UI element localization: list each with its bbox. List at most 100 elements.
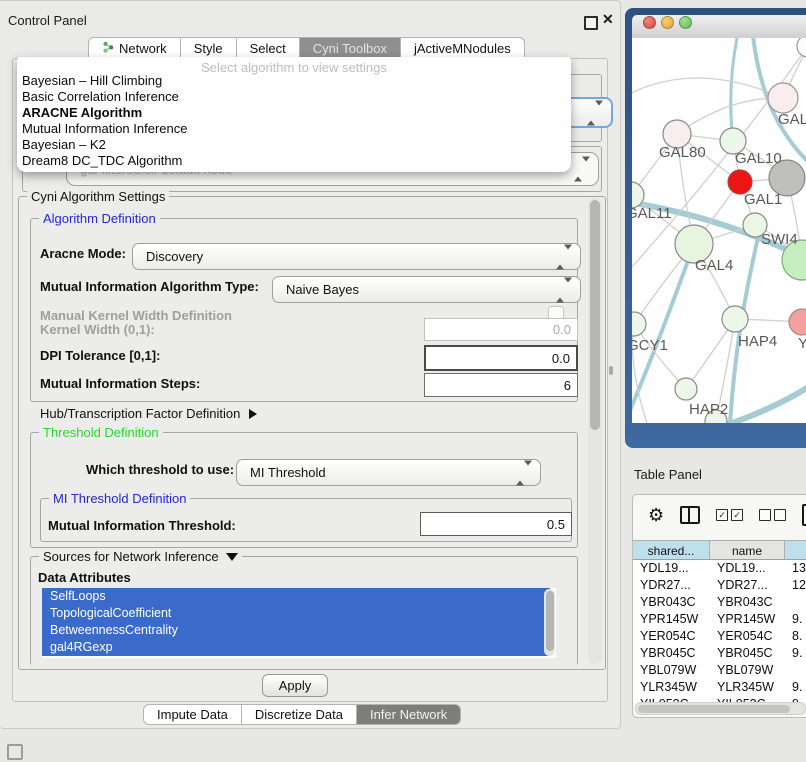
- network-node-label: GAL: [778, 111, 806, 128]
- mi-type-combo[interactable]: Naive Bayes: [272, 276, 581, 303]
- data-attribute-item[interactable]: TopologicalCoefficient: [42, 605, 550, 622]
- network-node[interactable]: [675, 378, 697, 400]
- export-table-icon[interactable]: [802, 504, 806, 526]
- table-row[interactable]: YDL19...YDL19...13: [633, 560, 806, 577]
- data-attributes-list[interactable]: SelfLoopsTopologicalCoefficientBetweenne…: [42, 588, 556, 658]
- table-cell: [785, 662, 806, 679]
- algorithm-option[interactable]: Mutual Information Inference: [17, 121, 571, 137]
- table-hscrollbar-thumb[interactable]: [638, 705, 790, 713]
- mi-steps-label: Mutual Information Steps:: [40, 376, 200, 391]
- attributes-scrollbar-thumb[interactable]: [546, 591, 554, 651]
- table-cell: YLR345W: [710, 679, 785, 696]
- network-canvas[interactable]: GALGAL80GAL10GAL1GAL11SWI4GAL4GCY1HAP4YH…: [632, 38, 806, 423]
- table-toolbar: ⚙ ✓✓: [648, 504, 806, 526]
- algorithm-option[interactable]: Bayesian – Hill Climbing: [17, 73, 571, 89]
- mi-type-value: Naive Bayes: [286, 282, 359, 297]
- minimize-traffic-light-icon[interactable]: [661, 16, 674, 29]
- select-all-columns-icon[interactable]: ✓✓: [716, 509, 743, 521]
- table-cell: YPR145W: [633, 611, 710, 628]
- tab-discretize-data[interactable]: Discretize Data: [242, 704, 357, 725]
- combo-stepper-icon: [574, 162, 590, 177]
- hub-definition-toggle[interactable]: Hub/Transcription Factor Definition: [40, 406, 257, 421]
- table-column-header[interactable]: shared...: [633, 540, 710, 560]
- close-traffic-light-icon[interactable]: [643, 16, 656, 29]
- table-row[interactable]: YLR345WYLR345W9.: [633, 679, 806, 696]
- network-edge[interactable]: [731, 38, 739, 141]
- table-cell: YDL19...: [710, 560, 785, 577]
- network-node-label: Y: [798, 335, 806, 352]
- table-cell: YDR27...: [710, 577, 785, 594]
- network-node[interactable]: [768, 83, 798, 113]
- which-threshold-value: MI Threshold: [250, 465, 326, 480]
- aracne-mode-label: Aracne Mode:: [40, 246, 126, 261]
- table-cell: YDL19...: [633, 560, 710, 577]
- table-cell: YBL079W: [710, 662, 785, 679]
- table-cell: 8.: [785, 628, 806, 645]
- deselect-all-columns-icon[interactable]: [759, 509, 786, 521]
- bottom-tabbar: Impute Data Discretize Data Infer Networ…: [143, 704, 461, 725]
- tab-impute-data[interactable]: Impute Data: [143, 704, 242, 725]
- which-threshold-combo[interactable]: MI Threshold: [236, 459, 541, 486]
- tab-select[interactable]: Select: [237, 37, 300, 59]
- table-header-row: shared...nameA: [633, 540, 806, 560]
- dock-panel-icon[interactable]: [7, 744, 23, 760]
- kernel-width-label: Kernel Width (0,1):: [40, 322, 155, 337]
- float-window-icon[interactable]: [584, 16, 598, 30]
- tab-jactivemnodules[interactable]: jActiveMNodules: [401, 37, 525, 59]
- table-row[interactable]: YBR045CYBR045C9.: [633, 645, 806, 662]
- table-cell: YBL079W: [633, 662, 710, 679]
- table-row[interactable]: YBL079WYBL079W: [633, 662, 806, 679]
- algorithm-option[interactable]: Basic Correlation Inference: [17, 89, 571, 105]
- network-node[interactable]: [789, 309, 806, 335]
- table-panel-title: Table Panel: [634, 467, 702, 482]
- zoom-traffic-light-icon[interactable]: [679, 16, 692, 29]
- algorithm-option[interactable]: Dream8 DC_TDC Algorithm: [17, 153, 571, 169]
- algorithm-option[interactable]: ARACNE Algorithm: [17, 105, 571, 121]
- gear-icon[interactable]: ⚙: [648, 505, 664, 526]
- algorithm-option[interactable]: Bayesian – K2: [17, 137, 571, 153]
- data-attribute-item[interactable]: SelfLoops: [42, 588, 550, 605]
- settings-scrollbar[interactable]: [588, 198, 602, 664]
- table-cell: YDR27...: [633, 577, 710, 594]
- algorithm-definition-title: Algorithm Definition: [39, 211, 160, 226]
- network-node-label: GAL10: [735, 150, 782, 167]
- expanded-arrow-icon: [226, 553, 238, 561]
- network-node[interactable]: [722, 306, 748, 332]
- table-column-header[interactable]: name: [710, 540, 785, 560]
- table-cell: 12: [785, 577, 806, 594]
- threshold-definition-title: Threshold Definition: [39, 425, 163, 440]
- mi-steps-field[interactable]: 6: [424, 373, 578, 397]
- table-row[interactable]: YDR27...YDR27...12: [633, 577, 806, 594]
- table-hscrollbar[interactable]: [635, 702, 806, 715]
- table-row[interactable]: YPR145WYPR145W9.: [633, 611, 806, 628]
- table-row[interactable]: YER054CYER054C8.: [633, 628, 806, 645]
- mi-threshold-field[interactable]: 0.5: [420, 512, 572, 536]
- tab-style[interactable]: Style: [181, 37, 237, 59]
- aracne-mode-combo[interactable]: Discovery: [132, 243, 581, 270]
- data-attribute-item[interactable]: BetweennessCentrality: [42, 622, 550, 639]
- network-graph: GALGAL80GAL10GAL1GAL11SWI4GAL4GCY1HAP4YH…: [632, 38, 806, 423]
- tab-cyni-toolbox[interactable]: Cyni Toolbox: [300, 37, 401, 59]
- dpi-tolerance-field[interactable]: 0.0: [424, 345, 578, 371]
- tab-network[interactable]: Network: [88, 37, 181, 59]
- kernel-width-field[interactable]: 0.0: [424, 318, 578, 341]
- dpi-tolerance-label: DPI Tolerance [0,1]:: [40, 348, 160, 363]
- settings-scrollbar-thumb[interactable]: [590, 200, 600, 430]
- data-attributes-label: Data Attributes: [38, 570, 131, 585]
- network-node[interactable]: [632, 312, 646, 336]
- network-node[interactable]: [797, 38, 806, 57]
- tab-infer-network[interactable]: Infer Network: [357, 704, 461, 725]
- data-attribute-item[interactable]: gal4RGexp: [42, 639, 550, 656]
- splitter-handle[interactable]: [609, 366, 613, 375]
- table-cell: YPR145W: [710, 611, 785, 628]
- tab-network-label: Network: [119, 38, 167, 59]
- table-column-header[interactable]: A: [785, 540, 806, 560]
- apply-button[interactable]: Apply: [262, 674, 328, 697]
- table-row[interactable]: YBR043CYBR043C: [633, 594, 806, 611]
- network-node-label: GAL1: [744, 191, 782, 208]
- columns-icon[interactable]: [680, 506, 700, 524]
- mi-threshold-label: Mutual Information Threshold:: [48, 518, 236, 533]
- close-icon[interactable]: ✕: [602, 11, 614, 28]
- attributes-scrollbar[interactable]: [544, 589, 555, 656]
- control-panel-title: Control Panel: [8, 13, 87, 28]
